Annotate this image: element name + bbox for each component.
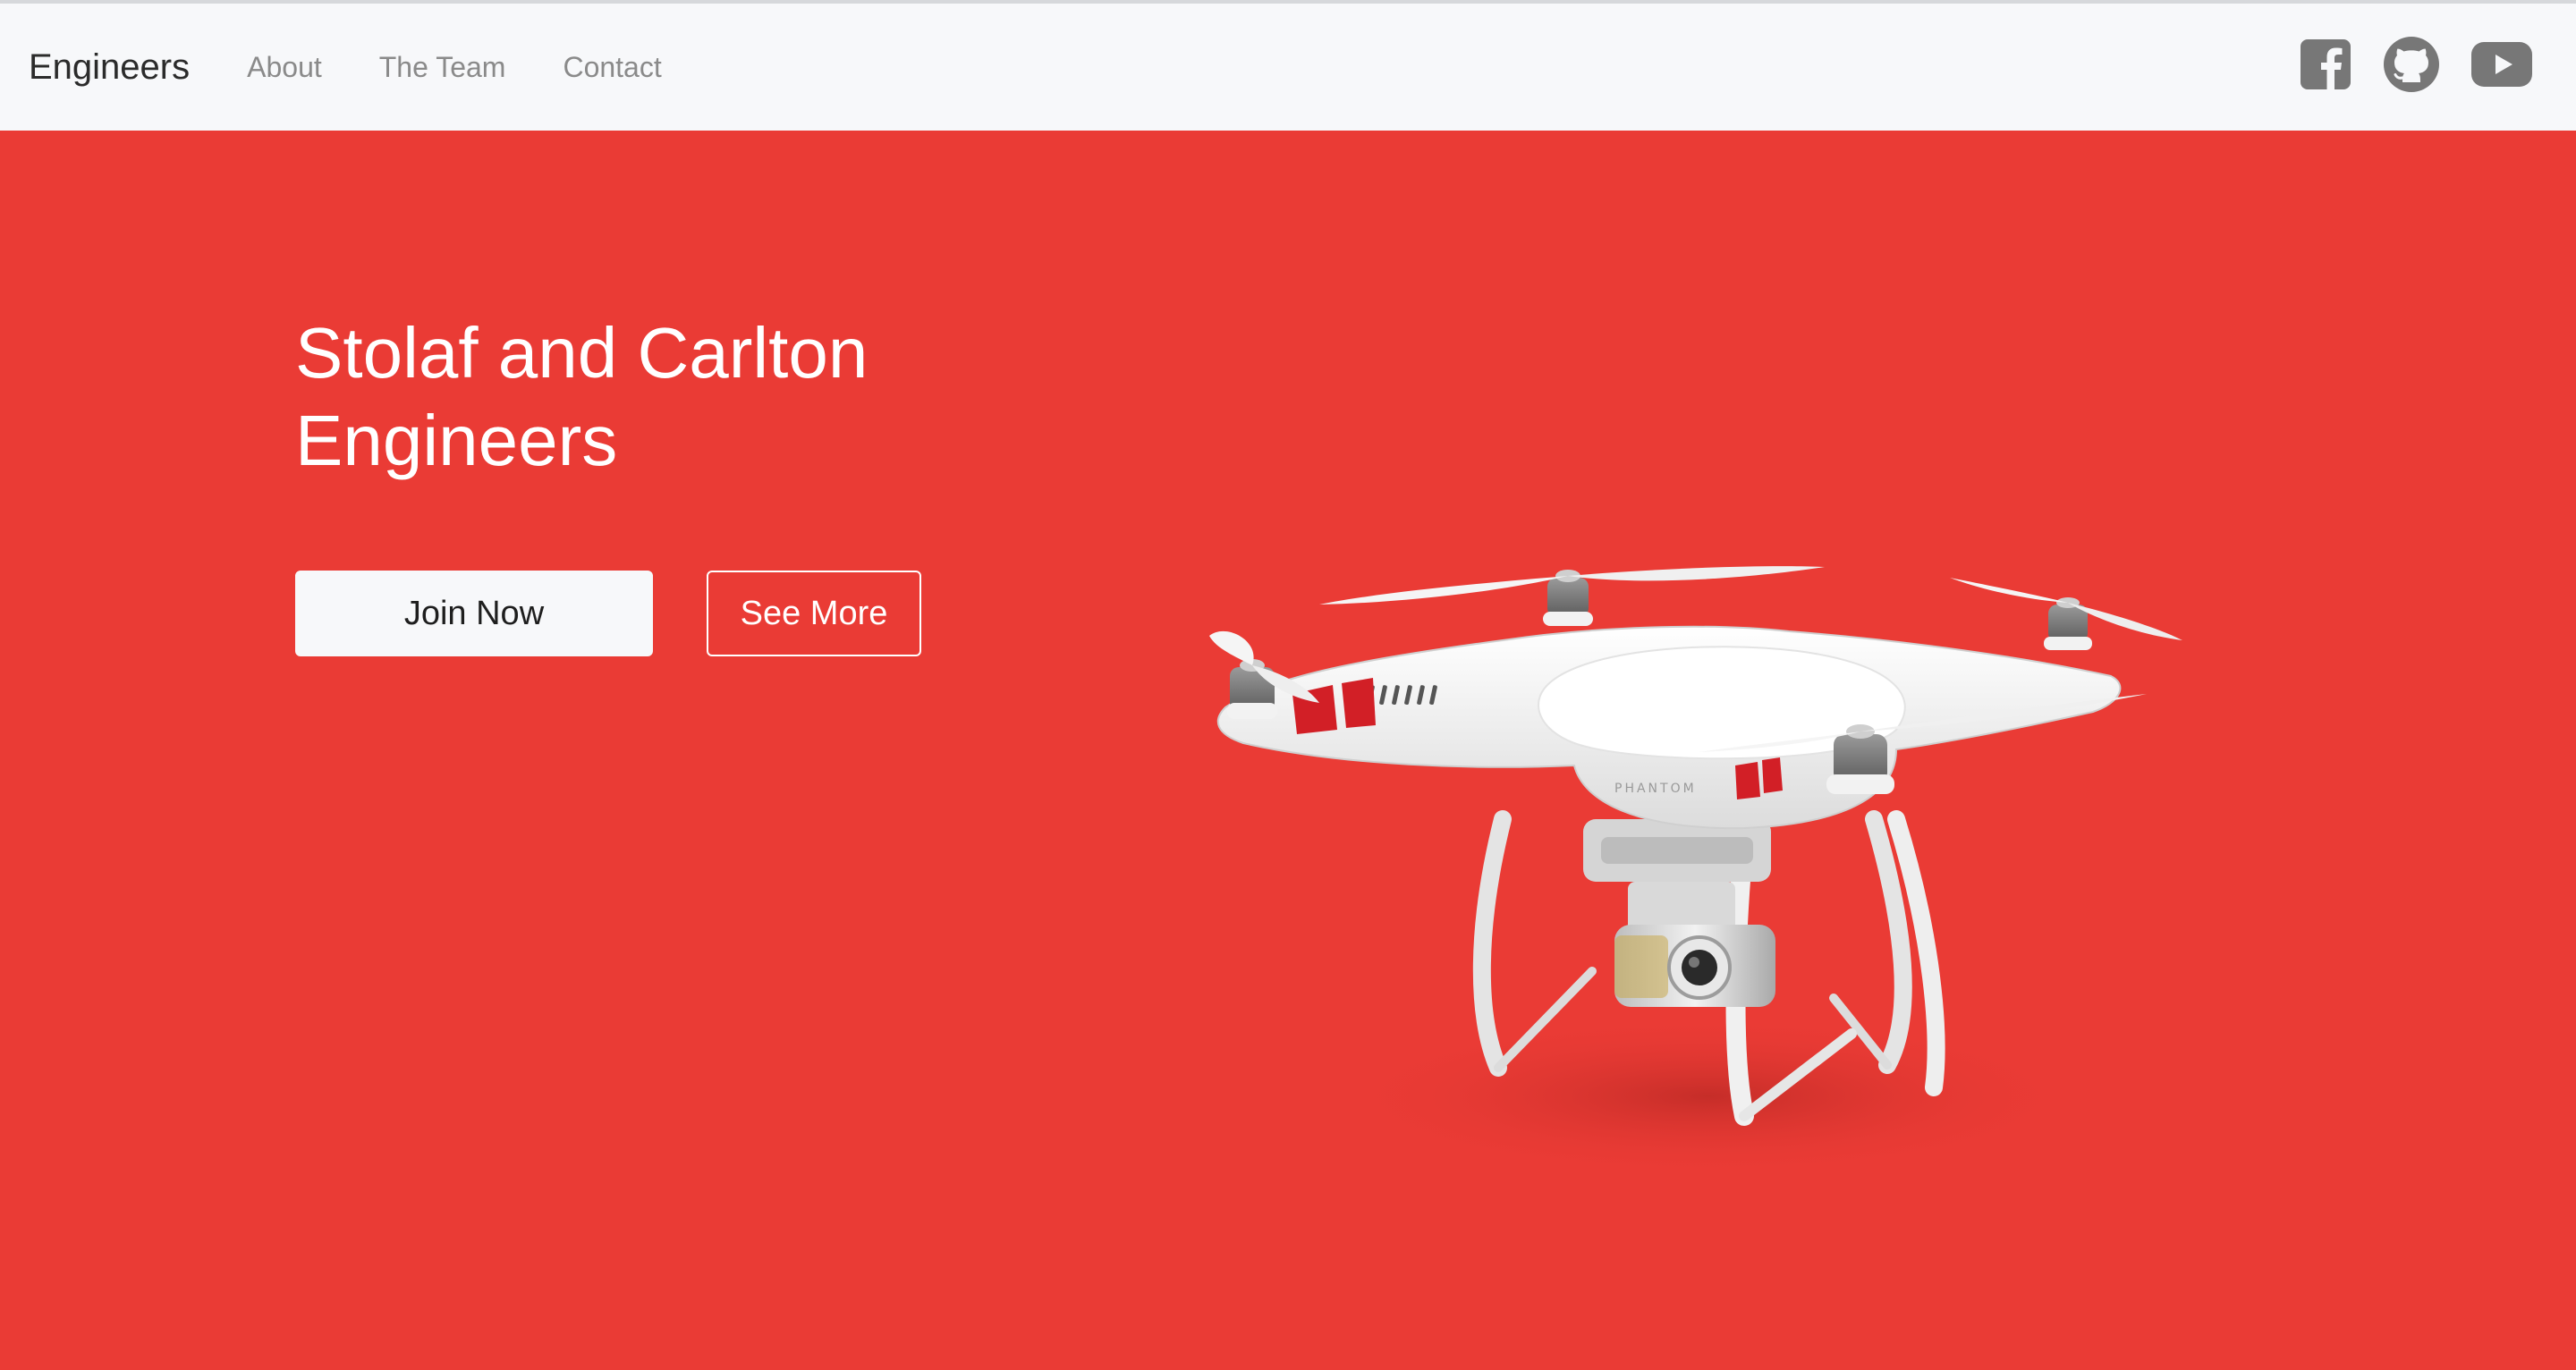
see-more-button[interactable]: See More bbox=[707, 571, 921, 656]
social-links bbox=[2299, 36, 2533, 93]
facebook-icon[interactable] bbox=[2299, 38, 2352, 91]
hero-title-line-1: Stolaf and Carlton bbox=[295, 313, 869, 393]
github-icon[interactable] bbox=[2383, 36, 2440, 93]
brand-link[interactable]: Engineers bbox=[29, 47, 190, 88]
hero-section: Stolaf and Carlton Engineers Join Now Se… bbox=[0, 131, 2576, 1370]
hero-title: Stolaf and Carlton Engineers bbox=[295, 309, 1100, 485]
hero-title-line-2: Engineers bbox=[295, 401, 618, 480]
nav-link-team[interactable]: The Team bbox=[379, 51, 506, 84]
join-now-button[interactable]: Join Now bbox=[295, 571, 653, 656]
drone-label: PHANTOM bbox=[1614, 782, 1697, 796]
nav-link-contact[interactable]: Contact bbox=[563, 51, 661, 84]
nav-link-about[interactable]: About bbox=[247, 51, 322, 84]
navbar: Engineers About The Team Contact bbox=[0, 0, 2576, 131]
drone-image: PHANTOM bbox=[1208, 551, 2281, 1320]
youtube-icon[interactable] bbox=[2470, 41, 2533, 88]
